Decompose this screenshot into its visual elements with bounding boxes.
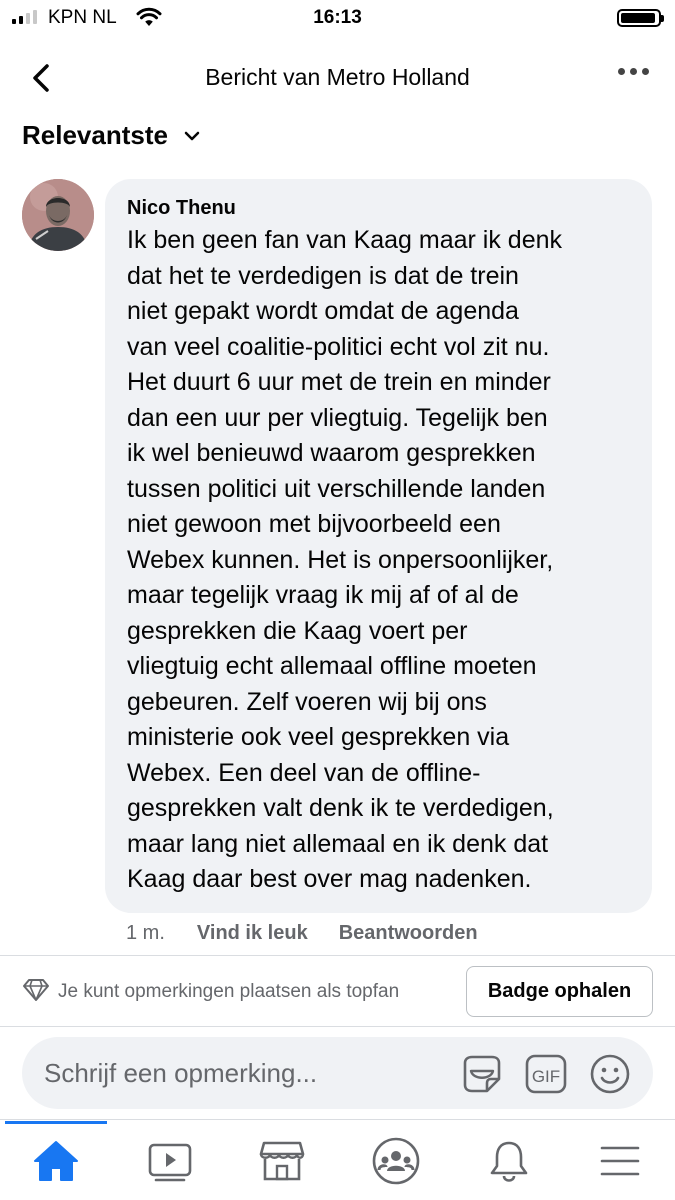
divider: [0, 1119, 675, 1120]
tab-groups[interactable]: [368, 1136, 424, 1186]
status-bar: KPN NL 16:13: [0, 0, 675, 38]
comment-bubble: Nico Thenu Ik ben geen fan van Kaag maar…: [105, 179, 652, 913]
comment-line: niet gepakt wordt omdat de agenda: [127, 297, 519, 325]
comment-author[interactable]: Nico Thenu: [127, 195, 632, 221]
avatar[interactable]: [22, 179, 94, 251]
page-title: Bericht van Metro Holland: [205, 64, 470, 90]
comment-line: gebeuren. Zelf voeren wij bij ons: [127, 687, 487, 716]
comment-line: ministerie ook veel gesprekken via: [127, 723, 510, 751]
more-horizontal-icon: [618, 68, 625, 75]
comment-line: dan een uur per vliegtuig. Tegelijk ben: [127, 403, 548, 432]
notifications-icon: [490, 1141, 528, 1182]
emoji-button[interactable]: [589, 1053, 631, 1100]
comment-line: maar tegelijk vraag ik mij af of al de: [127, 581, 519, 609]
tab-home[interactable]: [28, 1136, 84, 1186]
tab-menu[interactable]: [592, 1136, 648, 1186]
comment-line: Webex. Een deel van de offline-: [127, 758, 481, 787]
sticker-icon: [463, 1055, 501, 1093]
video-icon: [148, 1143, 192, 1182]
comment-line: maar lang niet allemaal en ik denk dat: [127, 829, 549, 858]
comment-line: van veel coalitie-politici echt vol zit …: [127, 332, 550, 361]
gif-icon: GIF: [525, 1054, 567, 1094]
bottom-navigation: [0, 1124, 675, 1200]
comment-line: Kaag daar best over mag nadenken.: [127, 865, 532, 893]
comment-actions: 1 m. Vind ik leuk Beantwoorden: [126, 922, 509, 945]
menu-icon: [600, 1146, 640, 1176]
sort-label: Relevantste: [22, 120, 168, 150]
reply-button[interactable]: Beantwoorden: [339, 922, 478, 945]
tab-video[interactable]: [142, 1136, 198, 1186]
clock: 16:13: [313, 7, 362, 28]
comment-input[interactable]: [44, 1037, 454, 1109]
comment-line: Webex kunnen. Het is onpersoonlijker,: [127, 545, 554, 574]
gif-button[interactable]: GIF: [524, 1053, 568, 1100]
topfan-banner: Je kunt opmerkingen plaatsen als topfan …: [0, 956, 675, 1026]
divider: [0, 1026, 675, 1027]
topfan-text: Je kunt opmerkingen plaatsen als topfan: [58, 981, 400, 1002]
comment-composer: GIF: [22, 1037, 653, 1109]
emoji-icon: [590, 1054, 630, 1094]
comment-line: tussen politici uit verschillende landen: [127, 474, 546, 503]
get-badge-button[interactable]: Badge ophalen: [466, 966, 653, 1017]
comment-line: dat het te verdedigen is dat de trein: [127, 261, 519, 290]
comment-line: Het duurt 6 uur met de trein en minder: [127, 368, 551, 396]
page-header: Bericht van Metro Holland: [0, 50, 675, 106]
groups-icon: [372, 1137, 420, 1185]
more-options-button[interactable]: [618, 68, 649, 75]
comment-line: vliegtuig echt allemaal offline moeten: [127, 652, 537, 680]
home-icon: [34, 1141, 78, 1181]
comment-line: Ik ben geen fan van Kaag maar ik denk: [127, 226, 563, 254]
sort-dropdown[interactable]: Relevantste: [22, 120, 200, 151]
comment-line: ik wel benieuwd waarom gesprekken: [127, 439, 536, 467]
comment-text: Ik ben geen fan van Kaag maar ik denk da…: [127, 223, 637, 898]
comment-time: 1 m.: [126, 922, 165, 944]
diamond-icon: [23, 979, 49, 1001]
battery-icon: [617, 9, 664, 27]
comment-line: gesprekken die Kaag voert per: [127, 616, 468, 645]
tab-notifications[interactable]: [481, 1136, 537, 1186]
comment-line: niet gewoon met bijvoorbeeld een: [127, 510, 501, 538]
chevron-down-icon: [184, 131, 200, 140]
gif-label: GIF: [532, 1067, 560, 1086]
marketplace-icon: [259, 1141, 305, 1181]
comment-line: gesprekken valt denk ik te verdedigen,: [127, 794, 554, 822]
tab-marketplace[interactable]: [254, 1136, 310, 1186]
like-button[interactable]: Vind ik leuk: [197, 922, 308, 945]
sticker-button[interactable]: [459, 1053, 503, 1100]
